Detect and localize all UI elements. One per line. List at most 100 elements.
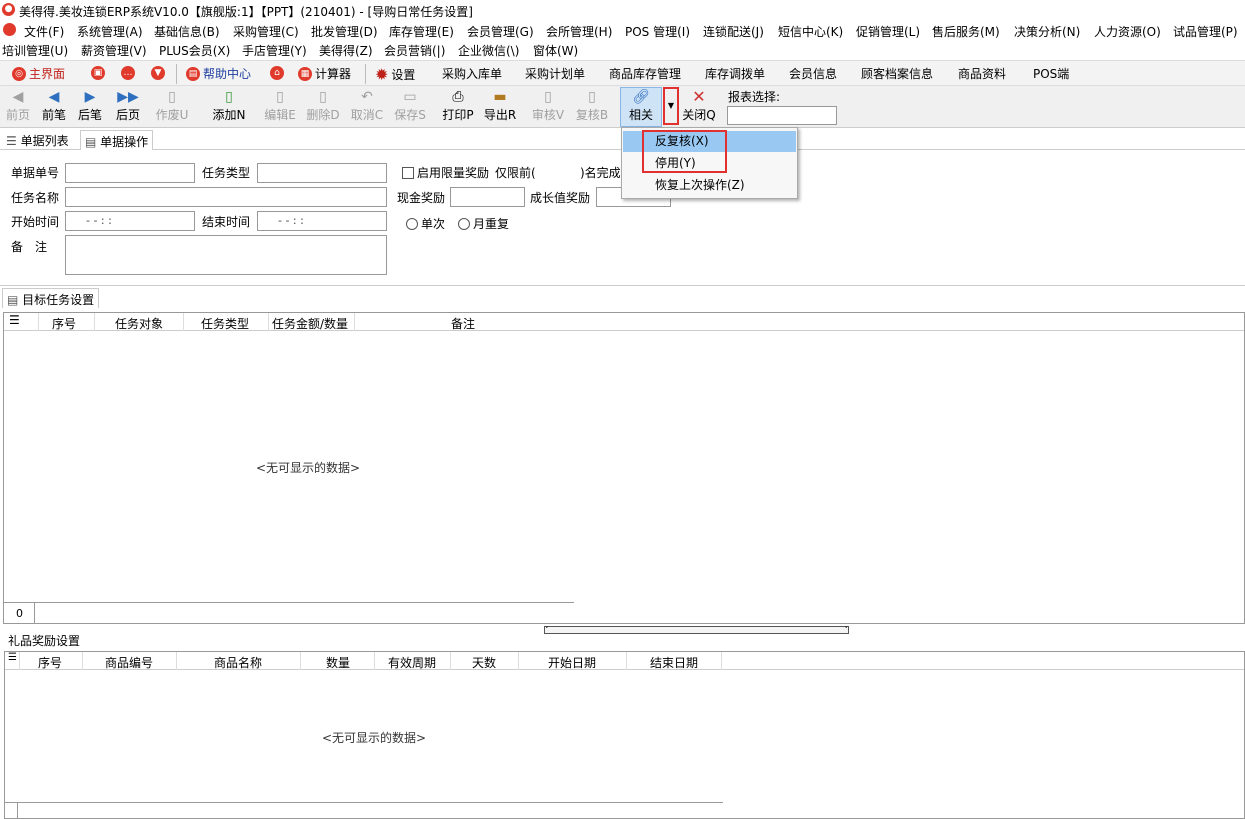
monthly-radio[interactable]: 月重复 [458,215,509,232]
menu-member[interactable]: 会员管理(G) [467,23,534,40]
export-button[interactable]: ▬ 导出R [482,88,518,126]
related-dropdown-arrow[interactable]: ▼ [663,87,679,125]
edit-button[interactable]: ▯ 编辑E [262,88,298,126]
col-start-date[interactable]: 开始日期 [548,654,596,671]
menu-after-sales[interactable]: 售后服务(M) [932,23,1000,40]
menu-wecom[interactable]: 企业微信(\) [458,42,519,59]
first-page-label: 前页 [5,108,30,122]
calculator-button[interactable]: ▦ 计算器 [298,65,351,82]
grid-menu-icon[interactable]: ☰ [9,313,20,327]
target-task-title: 目标任务设置 [22,293,95,307]
delete-button[interactable]: ▯ 删除D [305,88,341,126]
related-button[interactable]: 🔗︎ 相关 [620,87,662,127]
member-info-button[interactable]: 会员信息 [789,65,837,82]
purchase-receipt-button[interactable]: 采购入库单 [442,65,502,82]
task-type-select[interactable] [257,163,387,183]
cash-reward-label: 现金奖励 [397,191,446,205]
col-seq[interactable]: 序号 [52,315,76,332]
col-quantity[interactable]: 数量 [326,654,350,671]
edit-icon: ▯ [276,89,284,105]
tab-doc-list[interactable]: ☰ 单据列表 [2,130,73,150]
recheck-button[interactable]: ▯ 复核B [574,88,610,126]
menu-wholesale[interactable]: 批发管理(D) [311,23,378,40]
chat-icon[interactable]: … [121,66,135,80]
col-seq[interactable]: 序号 [38,654,62,671]
help-icon: ▤ [186,66,200,81]
col-task-type[interactable]: 任务类型 [201,315,249,332]
menu-plus-member[interactable]: PLUS会员(X) [159,42,230,59]
close-button[interactable]: ✕ 关闭Q [681,88,717,126]
purchase-plan-button[interactable]: 采购计划单 [525,65,585,82]
menu-inventory[interactable]: 库存管理(E) [389,23,454,40]
cash-reward-input[interactable] [450,187,525,207]
app-menu-icon[interactable] [3,23,16,36]
print-button[interactable]: ⎙ 打印P [440,88,476,126]
menu-pos[interactable]: POS 管理(I) [625,23,690,40]
house-icon[interactable]: ⌂ [270,66,284,80]
menu-promotion[interactable]: 促销管理(L) [856,23,920,40]
home-button[interactable]: ◎ 主界面 [12,65,65,82]
col-valid-period[interactable]: 有效周期 [388,654,436,671]
col-task-amount[interactable]: 任务金额/数量 [272,315,348,332]
help-center-button[interactable]: ▤ 帮助中心 [186,65,251,82]
grid-col-sep [374,652,375,670]
menu-shop[interactable]: 手店管理(Y) [242,42,307,59]
target-task-tab[interactable]: ▤ 目标任务设置 [2,288,100,308]
menu-basic-info[interactable]: 基础信息(B) [154,23,220,40]
cancel-button[interactable]: ↶ 取消C [349,88,385,126]
customer-file-button[interactable]: 顾客档案信息 [861,65,933,82]
lock-icon[interactable]: ▣ [91,66,105,80]
menu-meidede[interactable]: 美得得(Z) [319,42,373,59]
task-name-input[interactable] [65,187,387,207]
grid-menu-icon[interactable]: ☰ [8,652,17,663]
void-button[interactable]: ▯ 作废U [154,88,190,126]
save-button[interactable]: ▭ 保存S [392,88,428,126]
splitter-handle[interactable]: ˅ ˅ [544,626,849,634]
menu-hr[interactable]: 人力资源(O) [1094,23,1161,40]
col-end-date[interactable]: 结束日期 [650,654,698,671]
col-product-code[interactable]: 商品编号 [105,654,153,671]
product-info-button[interactable]: 商品资料 [958,65,1006,82]
menu-sample[interactable]: 试品管理(P) [1173,23,1238,40]
menu-item-restore[interactable]: 恢复上次操作(Z) [623,175,796,196]
void-label: 作废U [155,108,189,122]
last-page-button[interactable]: ▶▶ 后页 [110,88,146,126]
menu-sms[interactable]: 短信中心(K) [778,23,843,40]
report-select-input[interactable] [727,106,837,125]
settings-button[interactable]: ✹ 设置 [375,65,415,84]
menu-purchase[interactable]: 采购管理(C) [233,23,299,40]
col-product-name[interactable]: 商品名称 [214,654,262,671]
once-radio[interactable]: 单次 [406,215,445,232]
menu-salary[interactable]: 薪资管理(V) [81,42,147,59]
remark-textarea[interactable] [65,235,387,275]
first-page-button[interactable]: ◀ 前页 [0,88,36,126]
add-button[interactable]: ▯ 添加N [211,88,247,126]
inventory-manage-button[interactable]: 商品库存管理 [609,65,681,82]
delete-icon: ▯ [319,89,327,105]
prev-record-button[interactable]: ◀ 前笔 [36,88,72,126]
review-button[interactable]: ▯ 审核V [530,88,566,126]
next-record-button[interactable]: ▶ 后笔 [72,88,108,126]
tab-doc-operation[interactable]: ▤ 单据操作 [80,130,154,150]
menu-training[interactable]: 培训管理(U) [2,42,68,59]
menu-window[interactable]: 窗体(W) [533,42,578,59]
transfer-order-button[interactable]: 库存调拨单 [705,65,765,82]
menu-decision[interactable]: 决策分析(N) [1014,23,1080,40]
enable-limit-checkbox[interactable]: 启用限量奖励 [402,164,489,181]
col-remark[interactable]: 备注 [451,315,475,332]
menu-system[interactable]: 系统管理(A) [77,23,143,40]
doc-no-input[interactable] [65,163,195,183]
grid-col-sep [183,313,184,331]
menu-club[interactable]: 会所管理(H) [546,23,612,40]
start-time-input[interactable]: - - : : [65,211,195,231]
menu-file[interactable]: 文件(F) [24,23,64,40]
shield-icon[interactable]: ▼ [151,66,165,80]
target-task-grid: ☰ 序号 任务对象 任务类型 任务金额/数量 备注 <无可显示的数据> 0 [3,312,1245,624]
end-time-input[interactable]: - - : : [257,211,387,231]
pos-button[interactable]: POS端 [1033,65,1069,82]
col-days[interactable]: 天数 [472,654,496,671]
menu-chain-delivery[interactable]: 连锁配送(J) [703,23,764,40]
menu-member-marketing[interactable]: 会员营销(|) [384,42,445,59]
col-task-target[interactable]: 任务对象 [115,315,163,332]
grid-col-sep [518,652,519,670]
